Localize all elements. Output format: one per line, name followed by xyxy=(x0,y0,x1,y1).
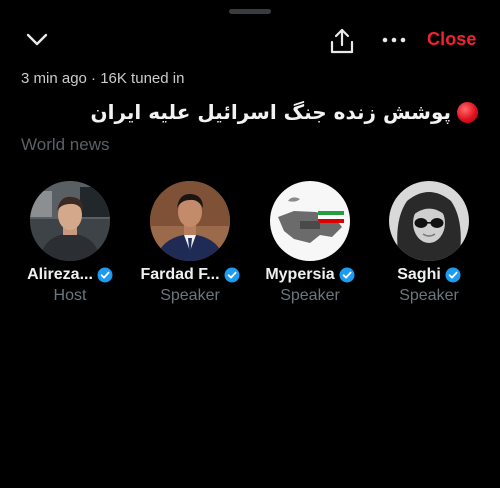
avatar[interactable] xyxy=(30,181,110,261)
more-options-icon[interactable] xyxy=(381,32,407,48)
participant-role: Host xyxy=(53,287,87,304)
share-icon[interactable] xyxy=(329,27,355,55)
drag-handle[interactable] xyxy=(229,9,271,14)
avatar[interactable] xyxy=(150,181,230,261)
space-meta: 3 min ago · 16K tuned in xyxy=(21,70,185,87)
space-title-row: پوشش زنده جنگ اسرائیل علیه ایران xyxy=(91,100,478,124)
space-title: پوشش زنده جنگ اسرائیل علیه ایران xyxy=(90,100,451,124)
participant-name-row: Alireza... xyxy=(10,266,130,284)
participant-name-row: Fardad F... xyxy=(130,266,250,284)
participant-speaker[interactable]: Saghi Speaker xyxy=(369,181,489,305)
close-button[interactable]: Close xyxy=(427,29,477,50)
verified-badge-icon xyxy=(97,267,113,283)
participant-host[interactable]: Alireza... Host xyxy=(10,181,130,305)
live-red-dot-icon xyxy=(457,101,478,123)
participant-role: Speaker xyxy=(160,287,220,304)
participant-name-row: Mypersia xyxy=(250,266,370,284)
participant-speaker[interactable]: Mypersia Speaker xyxy=(250,181,370,305)
verified-badge-icon xyxy=(445,267,461,283)
participant-speaker[interactable]: Fardad F... Speaker xyxy=(130,181,250,305)
participant-role: Speaker xyxy=(280,287,340,304)
avatar[interactable] xyxy=(270,181,350,261)
space-topic[interactable]: World news xyxy=(21,135,110,155)
verified-badge-icon xyxy=(339,267,355,283)
participant-name: Mypersia xyxy=(265,266,335,283)
participant-role: Speaker xyxy=(399,287,459,304)
space-sheet: Close 3 min ago · 16K tuned in پوشش زنده… xyxy=(0,0,500,488)
participant-name: Alireza... xyxy=(27,266,93,283)
participant-name: Saghi xyxy=(397,266,441,283)
participant-name: Fardad F... xyxy=(140,266,220,283)
avatar[interactable] xyxy=(389,181,469,261)
chevron-down-icon[interactable] xyxy=(24,30,50,50)
verified-badge-icon xyxy=(224,267,240,283)
participant-name-row: Saghi xyxy=(369,266,489,284)
